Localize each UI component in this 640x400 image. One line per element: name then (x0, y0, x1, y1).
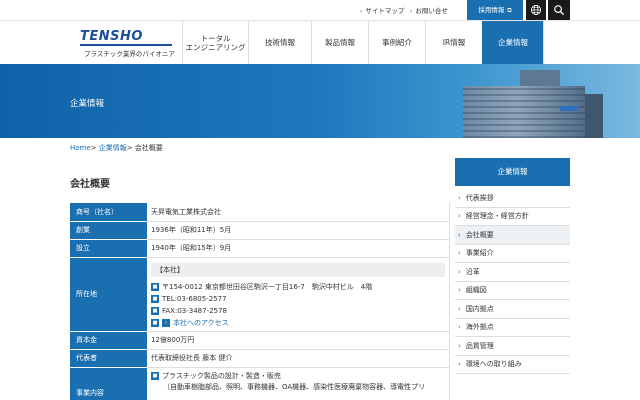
chevron-right-icon: › (458, 304, 461, 313)
chevron-right-icon: › (458, 230, 461, 239)
access-link[interactable]: 本社へのアクセス (173, 318, 229, 328)
logo-underline (80, 44, 172, 46)
chevron-right-icon: › (458, 360, 461, 369)
building-image (585, 94, 603, 138)
nav-technology[interactable]: 技術情報 (248, 21, 311, 65)
row-label: 設立 (70, 239, 147, 258)
row-label: 所在地 (70, 257, 147, 332)
recruit-button[interactable]: 採用情報 ⧉ (467, 0, 523, 20)
search-button[interactable] (548, 0, 570, 20)
row-label: 代表者 (70, 349, 147, 368)
search-icon (554, 5, 565, 16)
hero-title: 企業情報 (70, 99, 105, 109)
table-row: 設立 1940年（昭和15年）9月 (70, 239, 450, 258)
link-arrow-icon: › (162, 318, 170, 327)
chevron-right-icon: › (458, 323, 461, 332)
row-value: 1936年（昭和11年）5月 (147, 221, 450, 240)
business-line: ■ プラスチック製品の設計・製造・販売 (151, 372, 281, 380)
row-label: 創業 (70, 221, 147, 240)
square-bullet-icon: ■ (151, 306, 159, 315)
nav-ir[interactable]: IR情報 (425, 21, 482, 65)
chevron-right-icon: › (458, 212, 461, 221)
chevron-right-icon: › (458, 341, 461, 350)
address-line: ■ 〒154-0012 東京都世田谷区駒沢一丁目16-7 駒沢中村ビル 4階 (151, 282, 373, 291)
page-title: 会社概要 (70, 179, 110, 190)
nav-products[interactable]: 製品情報 (311, 21, 368, 65)
tel-line: ■ TEL:03-6805-2577 (151, 294, 227, 303)
nav-company[interactable]: 企業情報 (482, 21, 544, 65)
site-header: TENSHO プラスチック業界のパイオニア トータル エンジニアリング 技術情報… (0, 20, 640, 65)
breadcrumb-home[interactable]: Home (70, 144, 91, 152)
row-label: 資本金 (70, 331, 147, 350)
building-sign (560, 106, 578, 111)
row-value: 12億800万円 (147, 331, 450, 350)
utility-bar: › サイトマップ › お問い合せ 採用情報 ⧉ (0, 0, 640, 20)
table-row: 代表者 代表取締役社長 藤本 健介 (70, 349, 450, 368)
sidebar-title[interactable]: 企業情報 (455, 158, 570, 186)
square-bullet-icon: ■ (151, 282, 159, 291)
sidebar-item-philosophy[interactable]: › 経営理念・経営方針 (455, 208, 570, 226)
sidebar-item-history[interactable]: › 沿革 (455, 263, 570, 282)
row-value: 代表取締役社長 藤本 健介 (147, 349, 450, 368)
globe-icon (531, 5, 541, 15)
sidebar-item-environment[interactable]: › 環境への取り組み (455, 356, 570, 374)
company-profile-table: 商号（社名） 天昇電気工業株式会社 創業 1936年（昭和11年）5月 設立 1… (70, 203, 450, 400)
sidebar-item-business[interactable]: › 事業紹介 (455, 245, 570, 263)
contact-link[interactable]: › お問い合せ (410, 5, 448, 15)
external-link-icon: ⧉ (507, 7, 512, 14)
square-bullet-icon: ■ (151, 294, 159, 303)
square-bullet-icon: ■ (151, 318, 159, 327)
breadcrumb: Home> 企業情報> 会社概要 (70, 144, 163, 152)
row-label: 事業内容 (70, 367, 147, 400)
breadcrumb-company[interactable]: 企業情報 (99, 144, 127, 152)
row-value: 1940年（昭和15年）9月 (147, 239, 450, 258)
row-value: 天昇電気工業株式会社 (147, 203, 450, 222)
square-bullet-icon: ■ (151, 372, 159, 380)
row-value: ■ プラスチック製品の設計・製造・販売 （自動車樹脂部品、照明、事務機器、OA機器… (147, 367, 450, 400)
business-detail: （自動車樹脂部品、照明、事務機器、OA機器、感染性医療廃棄物容器、導電性プリ (163, 382, 426, 391)
chevron-right-icon: › (458, 249, 461, 258)
sidebar-menu: › 代表挨拶 › 経営理念・経営方針 › 会社概要 › 事業紹介 › 沿革 › 組織図 › 国… (455, 189, 570, 374)
hero-banner: 企業情報 (0, 64, 640, 138)
breadcrumb-current: 会社概要 (134, 144, 163, 152)
hq-heading: 【本社】 (151, 262, 445, 277)
chevron-right-icon: › (458, 286, 461, 295)
sidebar-item-domestic[interactable]: › 国内拠点 (455, 300, 570, 319)
language-button[interactable] (526, 0, 546, 20)
chevron-right-icon: › (458, 193, 461, 202)
global-nav: トータル エンジニアリング 技術情報 製品情報 事例紹介 IR情報 企業情報 (182, 21, 544, 65)
sidebar-item-overseas[interactable]: › 海外拠点 (455, 319, 570, 337)
sidebar-item-company-profile[interactable]: › 会社概要 (455, 226, 570, 245)
company-logo[interactable]: TENSHO プラスチック業界のパイオニア (80, 29, 175, 59)
sidebar-item-greeting[interactable]: › 代表挨拶 (455, 189, 570, 208)
nav-total-engineering[interactable]: トータル エンジニアリング (182, 21, 248, 65)
table-row: 資本金 12億800万円 (70, 331, 450, 350)
row-value: 【本社】 ■ 〒154-0012 東京都世田谷区駒沢一丁目16-7 駒沢中村ビル … (147, 257, 450, 332)
table-row: 所在地 【本社】 ■ 〒154-0012 東京都世田谷区駒沢一丁目16-7 駒沢中… (70, 257, 450, 332)
sitemap-link[interactable]: › サイトマップ (360, 5, 404, 15)
chevron-right-icon: › (360, 8, 363, 15)
chevron-right-icon: › (410, 8, 413, 15)
table-row: 事業内容 ■ プラスチック製品の設計・製造・販売 （自動車樹脂部品、照明、事務機器… (70, 367, 450, 400)
row-label: 商号（社名） (70, 203, 147, 222)
table-row: 創業 1936年（昭和11年）5月 (70, 221, 450, 240)
table-row: 商号（社名） 天昇電気工業株式会社 (70, 203, 450, 222)
sidebar-item-org-chart[interactable]: › 組織図 (455, 282, 570, 300)
chevron-right-icon: › (458, 267, 461, 276)
sidebar-item-quality[interactable]: › 品質管理 (455, 337, 570, 356)
nav-case-studies[interactable]: 事例紹介 (368, 21, 425, 65)
fax-line: ■ FAX:03-3487-2578 (151, 306, 227, 315)
access-line: ■ › 本社へのアクセス (151, 317, 445, 329)
building-windows (463, 86, 585, 138)
